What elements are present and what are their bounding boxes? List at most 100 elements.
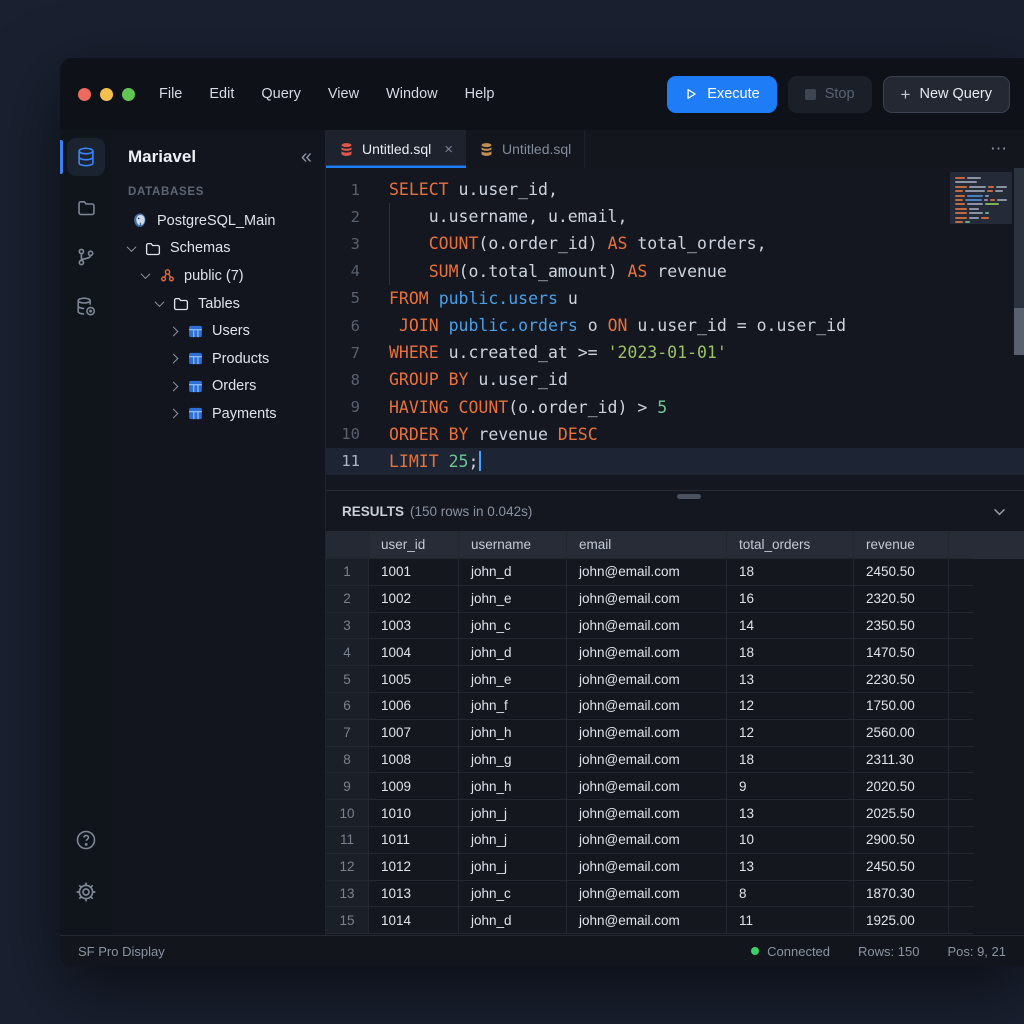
table-cell[interactable]: 1750.00: [854, 693, 949, 720]
table-cell[interactable]: 1011: [369, 827, 459, 854]
table-row[interactable]: 81008john_gjohn@email.com182311.30: [326, 747, 1024, 774]
code-line-2[interactable]: 2 u.username, u.email,: [326, 203, 1024, 230]
table-cell[interactable]: 2230.50: [854, 666, 949, 693]
table-cell[interactable]: 1010: [369, 800, 459, 827]
table-cell[interactable]: john@email.com: [567, 613, 727, 640]
table-cell[interactable]: 1006: [369, 693, 459, 720]
tree-item-schemas[interactable]: Schemas: [112, 235, 325, 263]
code-line-5[interactable]: 5FROM public.users u: [326, 285, 1024, 312]
table-cell[interactable]: 8: [727, 881, 854, 908]
editor-scrollbar-thumb[interactable]: [1014, 308, 1024, 355]
chevron-right-icon[interactable]: [169, 326, 179, 336]
table-cell[interactable]: 1470.50: [854, 639, 949, 666]
code-line-10[interactable]: 10ORDER BY revenue DESC: [326, 421, 1024, 448]
table-cell[interactable]: john@email.com: [567, 907, 727, 934]
rail-help-button[interactable]: [67, 821, 105, 859]
table-cell[interactable]: john@email.com: [567, 586, 727, 613]
new-query-button[interactable]: + New Query: [883, 76, 1010, 113]
table-cell[interactable]: john@email.com: [567, 720, 727, 747]
minimap[interactable]: [950, 172, 1012, 224]
sql-editor[interactable]: 1SELECT u.user_id,2 u.username, u.email,…: [326, 168, 1024, 490]
tree-item-tables[interactable]: Tables: [112, 290, 325, 318]
table-cell[interactable]: john@email.com: [567, 639, 727, 666]
table-cell[interactable]: john@email.com: [567, 666, 727, 693]
table-cell[interactable]: 2350.50: [854, 613, 949, 640]
table-row[interactable]: 11001john_djohn@email.com182450.50: [326, 559, 1024, 586]
table-cell[interactable]: 2025.50: [854, 800, 949, 827]
code-line-6[interactable]: 6 JOIN public.orders o ON u.user_id = o.…: [326, 312, 1024, 339]
table-cell[interactable]: 1002: [369, 586, 459, 613]
chevron-down-icon[interactable]: [127, 242, 137, 252]
table-row[interactable]: 91009john_hjohn@email.com92020.50: [326, 773, 1024, 800]
column-header-email[interactable]: email: [567, 531, 727, 559]
table-cell[interactable]: 12: [727, 693, 854, 720]
tree-item-public-7[interactable]: public (7): [112, 262, 325, 290]
chevron-down-icon[interactable]: [141, 270, 151, 280]
code-line-7[interactable]: 7WHERE u.created_at >= '2023-01-01': [326, 339, 1024, 366]
table-row[interactable]: 111011john_jjohn@email.com102900.50: [326, 827, 1024, 854]
table-cell[interactable]: 16: [727, 586, 854, 613]
code-line-4[interactable]: 4 SUM(o.total_amount) AS revenue: [326, 258, 1024, 285]
table-cell[interactable]: 2900.50: [854, 827, 949, 854]
table-cell[interactable]: john@email.com: [567, 881, 727, 908]
menu-query[interactable]: Query: [261, 86, 301, 102]
table-cell[interactable]: john_c: [459, 881, 567, 908]
table-cell[interactable]: 1004: [369, 639, 459, 666]
table-cell[interactable]: john_j: [459, 827, 567, 854]
editor-scrollbar-track[interactable]: [1014, 168, 1024, 355]
table-cell[interactable]: john@email.com: [567, 693, 727, 720]
tree-item-orders[interactable]: Orders: [112, 373, 325, 401]
table-cell[interactable]: 13: [727, 666, 854, 693]
table-cell[interactable]: 2560.00: [854, 720, 949, 747]
code-line-3[interactable]: 3 COUNT(o.order_id) AS total_orders,: [326, 230, 1024, 257]
table-cell[interactable]: 18: [727, 559, 854, 586]
table-cell[interactable]: 13: [727, 854, 854, 881]
menu-window[interactable]: Window: [386, 86, 438, 102]
chevron-right-icon[interactable]: [169, 354, 179, 364]
table-row[interactable]: 31003john_cjohn@email.com142350.50: [326, 613, 1024, 640]
table-cell[interactable]: john_f: [459, 693, 567, 720]
table-cell[interactable]: 1001: [369, 559, 459, 586]
table-cell[interactable]: john_e: [459, 666, 567, 693]
table-cell[interactable]: 1009: [369, 773, 459, 800]
table-cell[interactable]: john_c: [459, 613, 567, 640]
table-cell[interactable]: 1870.30: [854, 881, 949, 908]
rail-git-branch-button[interactable]: [67, 238, 105, 276]
table-cell[interactable]: 11: [727, 907, 854, 934]
table-cell[interactable]: 1013: [369, 881, 459, 908]
tab-untitled-sql-0[interactable]: Untitled.sql×: [326, 130, 466, 168]
menu-help[interactable]: Help: [465, 86, 495, 102]
table-cell[interactable]: 12: [727, 720, 854, 747]
table-cell[interactable]: 1014: [369, 907, 459, 934]
column-header-total-orders[interactable]: total_orders: [727, 531, 854, 559]
table-cell[interactable]: 18: [727, 747, 854, 774]
code-line-11[interactable]: 11LIMIT 25;: [326, 448, 1024, 475]
column-header-user-id[interactable]: user_id: [369, 531, 459, 559]
table-row[interactable]: 151014john_djohn@email.com111925.00: [326, 907, 1024, 934]
column-header-revenue[interactable]: revenue: [854, 531, 949, 559]
table-cell[interactable]: 14: [727, 613, 854, 640]
table-row[interactable]: 71007john_hjohn@email.com122560.00: [326, 720, 1024, 747]
table-cell[interactable]: 1003: [369, 613, 459, 640]
table-cell[interactable]: john_d: [459, 639, 567, 666]
table-cell[interactable]: 1007: [369, 720, 459, 747]
table-row[interactable]: 21002john_ejohn@email.com162320.50: [326, 586, 1024, 613]
table-cell[interactable]: 2450.50: [854, 559, 949, 586]
resize-handle[interactable]: [677, 494, 701, 499]
collapse-results-icon[interactable]: [991, 503, 1008, 520]
table-row[interactable]: 121012john_jjohn@email.com132450.50: [326, 854, 1024, 881]
table-cell[interactable]: john_h: [459, 773, 567, 800]
table-row[interactable]: 101010john_jjohn@email.com132025.50: [326, 800, 1024, 827]
table-row[interactable]: 41004john_djohn@email.com181470.50: [326, 639, 1024, 666]
table-cell[interactable]: 10: [727, 827, 854, 854]
menu-file[interactable]: File: [159, 86, 182, 102]
table-cell[interactable]: john_g: [459, 747, 567, 774]
tree-item-postgresql-main[interactable]: PostgreSQL_Main: [112, 207, 325, 235]
table-cell[interactable]: john_d: [459, 559, 567, 586]
menu-edit[interactable]: Edit: [209, 86, 234, 102]
table-cell[interactable]: 13: [727, 800, 854, 827]
close-window-button[interactable]: [78, 88, 91, 101]
table-cell[interactable]: john@email.com: [567, 747, 727, 774]
tab-untitled-sql-1[interactable]: Untitled.sql: [466, 130, 585, 168]
table-cell[interactable]: 9: [727, 773, 854, 800]
